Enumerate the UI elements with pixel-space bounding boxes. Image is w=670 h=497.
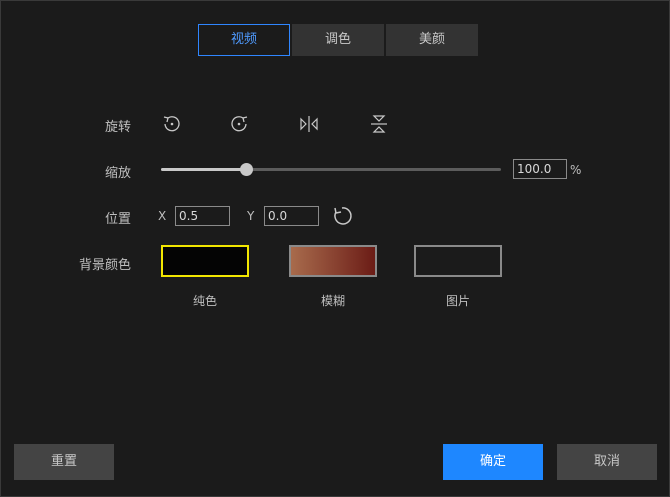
rotate-left-icon[interactable] xyxy=(159,111,185,137)
cancel-button[interactable]: 取消 xyxy=(557,444,657,480)
swatch-solid[interactable] xyxy=(161,245,249,277)
position-y-label: Y xyxy=(247,209,255,223)
swatch-image[interactable] xyxy=(414,245,502,277)
position-x-label: X xyxy=(158,209,167,223)
scale-input[interactable]: 100.0 xyxy=(513,159,567,179)
tab-beauty[interactable]: 美颜 xyxy=(386,24,478,56)
scale-unit: % xyxy=(570,163,582,177)
swatch-solid-caption: 纯色 xyxy=(192,294,217,308)
swatch-blur[interactable] xyxy=(289,245,377,277)
tab-color[interactable]: 调色 xyxy=(292,24,384,56)
flip-horizontal-icon[interactable] xyxy=(296,111,322,137)
position-y-input[interactable]: 0.0 xyxy=(264,206,319,226)
tab-video[interactable]: 视频 xyxy=(198,24,290,56)
scale-slider[interactable] xyxy=(161,163,501,176)
reset-button[interactable]: 重置 xyxy=(14,444,114,480)
video-settings-dialog: 视频 调色 美颜 旋转 缩放 100.0 % 位置 X 0.5 Y 0.0 背景… xyxy=(0,0,670,497)
reset-icon[interactable] xyxy=(330,204,354,228)
swatch-image-caption: 图片 xyxy=(445,294,470,308)
rotate-label: 旋转 xyxy=(105,120,132,135)
confirm-button[interactable]: 确定 xyxy=(443,444,543,480)
position-x-input[interactable]: 0.5 xyxy=(175,206,230,226)
scale-label: 缩放 xyxy=(105,166,132,181)
background-label: 背景颜色 xyxy=(79,258,132,273)
flip-vertical-icon[interactable] xyxy=(366,111,392,137)
scale-slider-thumb[interactable] xyxy=(240,163,253,176)
tab-bar: 视频 调色 美颜 xyxy=(198,24,480,56)
swatch-blur-caption: 模糊 xyxy=(320,294,345,308)
scale-slider-fill xyxy=(161,168,246,171)
rotate-right-icon[interactable] xyxy=(226,111,252,137)
position-label: 位置 xyxy=(105,212,132,227)
